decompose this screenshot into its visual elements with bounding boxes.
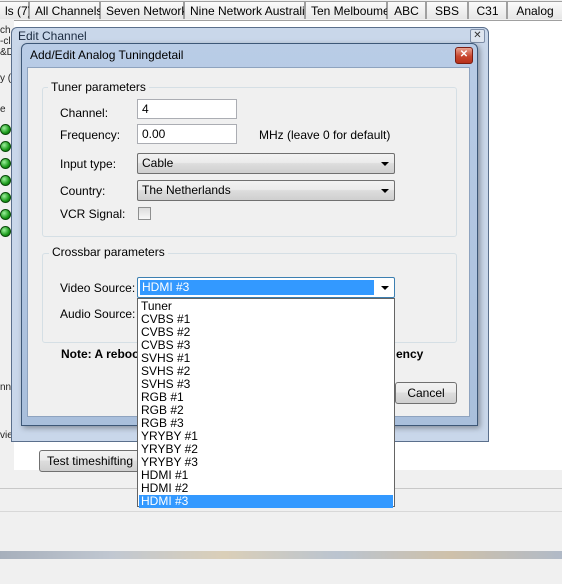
note-text-tail: ency — [396, 347, 424, 361]
country-select[interactable]: The Netherlands — [137, 180, 395, 201]
vcr-signal-label: VCR Signal: — [60, 207, 126, 221]
audio-source-label: Audio Source: — [60, 307, 136, 321]
frequency-label: Frequency: — [60, 128, 121, 142]
channel-label: Channel: — [60, 106, 109, 120]
close-icon[interactable]: ✕ — [455, 47, 473, 64]
chevron-down-icon — [381, 286, 389, 290]
tab-ten-melbourne[interactable]: Ten Melboume — [305, 1, 390, 19]
background-text: e — [0, 104, 6, 115]
status-led-icon — [0, 124, 11, 135]
edit-channel-close-icon[interactable]: ✕ — [470, 29, 485, 43]
tab-all-channels[interactable]: All Channels — [29, 1, 102, 19]
input-type-value: Cable — [142, 156, 174, 170]
cancel-button[interactable]: Cancel — [395, 382, 457, 404]
divider — [0, 511, 562, 512]
tab-c31[interactable]: C31 — [468, 1, 507, 19]
tab-nine-network-australia[interactable]: Nine Network Australia — [184, 1, 311, 19]
tab-sbs[interactable]: SBS — [426, 1, 468, 19]
status-led-icon — [0, 209, 11, 220]
edit-channel-title: Edit Channel — [18, 29, 87, 43]
status-led-icon — [0, 192, 11, 203]
test-timeshifting-button[interactable]: Test timeshifting — [39, 450, 141, 472]
crossbar-parameters-label: Crossbar parameters — [49, 245, 168, 259]
video-source-label: Video Source: — [60, 281, 136, 295]
status-led-icon — [0, 226, 11, 237]
tab-analog[interactable]: Analog — [507, 1, 562, 19]
input-type-label: Input type: — [60, 157, 117, 171]
status-led-icon — [0, 175, 11, 186]
background-text: ch — [0, 25, 11, 36]
channel-group-tab-strip: ls (7) All Channels Seven Network Nine N… — [0, 0, 562, 21]
chevron-down-icon — [381, 162, 389, 166]
video-source-dropdown-list: Tuner CVBS #1 CVBS #2 CVBS #3 SVHS #1 SV… — [137, 298, 395, 508]
chevron-down-icon — [381, 189, 389, 193]
dialog-title: Add/Edit Analog Tuningdetail — [30, 48, 184, 62]
background-text: -cl — [0, 36, 11, 47]
note-text: Note: A reboo — [61, 347, 140, 361]
status-led-icon — [0, 158, 11, 169]
background-text: y ( — [0, 73, 12, 84]
tuner-parameters-label: Tuner parameters — [48, 80, 149, 94]
background-status-strip — [0, 551, 562, 559]
video-source-select[interactable]: HDMI #3 — [137, 277, 395, 298]
tab-abc[interactable]: ABC — [387, 1, 426, 19]
vcr-signal-checkbox[interactable] — [138, 207, 151, 220]
tab-channels[interactable]: ls (7) — [0, 1, 32, 19]
dropdown-option-selected[interactable]: HDMI #3 — [139, 495, 393, 508]
tab-seven-network[interactable]: Seven Network — [100, 1, 187, 19]
channel-field[interactable]: 4 — [137, 99, 237, 119]
frequency-hint: MHz (leave 0 for default) — [259, 128, 391, 142]
video-source-value: HDMI #3 — [140, 280, 374, 295]
status-led-icon — [0, 141, 11, 152]
country-value: The Netherlands — [142, 183, 231, 197]
country-label: Country: — [60, 184, 106, 198]
frequency-field[interactable]: 0.00 — [137, 124, 237, 144]
input-type-select[interactable]: Cable — [137, 153, 395, 174]
